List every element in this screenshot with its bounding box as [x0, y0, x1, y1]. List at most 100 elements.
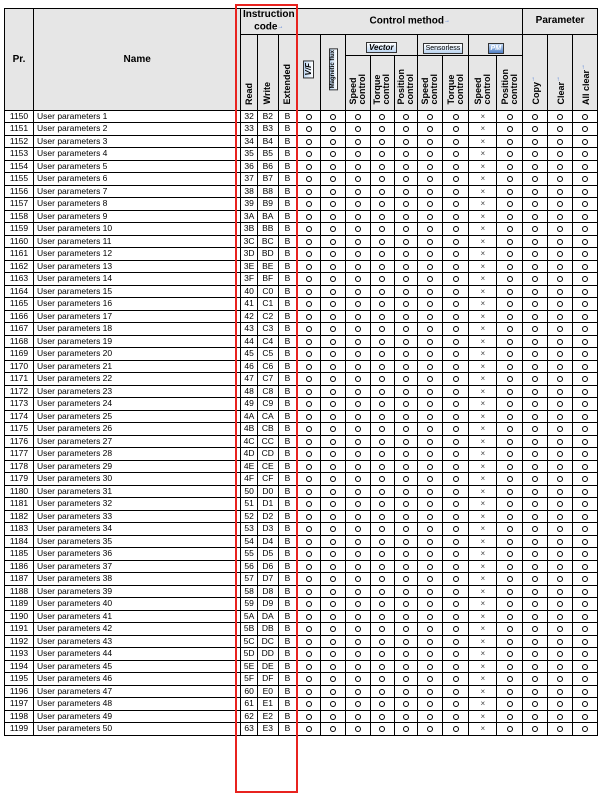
mark-cell — [416, 409, 444, 424]
name-cell: User parameters 16 — [33, 297, 242, 311]
circle-mark-icon — [506, 688, 513, 695]
mark-cell — [416, 247, 444, 261]
circle-mark-icon — [452, 651, 459, 658]
mark-cell: × — [468, 247, 498, 261]
circle-mark-icon — [506, 651, 513, 658]
circle-mark-icon — [557, 538, 564, 545]
mark-cell — [496, 234, 524, 249]
circle-mark-icon — [426, 338, 433, 345]
mark-cell — [320, 184, 347, 199]
mark-cell — [416, 384, 444, 399]
name-cell: User parameters 40 — [33, 597, 242, 611]
read-code-cell: 4A — [240, 409, 258, 424]
mark-cell — [369, 234, 395, 249]
circle-mark-icon — [330, 288, 337, 295]
circle-mark-icon — [402, 601, 409, 608]
circle-mark-icon — [379, 351, 386, 358]
mark-cell — [571, 234, 599, 249]
circle-mark-icon — [506, 376, 513, 383]
torque-control-label: Torque control — [372, 74, 392, 105]
mark-cell — [522, 684, 549, 699]
mark-cell — [522, 309, 549, 324]
mark-cell — [442, 597, 470, 611]
read-code-cell: 58 — [240, 584, 258, 599]
table-row: 1150 User parameters 1 32 B2 B × — [3, 109, 599, 124]
table-row: 1174 User parameters 25 4A CA B × — [3, 409, 599, 424]
circle-mark-icon — [581, 176, 588, 183]
header-sensorless-speed-control: Speed control — [416, 54, 444, 111]
cross-mark-icon: × — [480, 424, 486, 434]
circle-mark-icon — [532, 601, 539, 608]
mark-cell: × — [468, 384, 498, 399]
circle-mark-icon — [305, 713, 312, 720]
circle-mark-icon — [532, 626, 539, 633]
mark-cell — [296, 397, 322, 411]
circle-mark-icon — [402, 138, 409, 145]
circle-mark-icon — [354, 676, 361, 683]
mark-cell — [547, 259, 573, 274]
mark-cell — [320, 522, 347, 536]
mark-cell: × — [468, 534, 498, 549]
mark-cell — [442, 372, 470, 386]
circle-mark-icon — [379, 176, 386, 183]
cross-mark-icon: × — [480, 374, 486, 384]
mark-cell — [442, 409, 470, 424]
mark-cell — [522, 434, 549, 449]
mark-cell — [345, 397, 371, 411]
circle-mark-icon — [581, 726, 588, 733]
extended-code-cell: B — [277, 109, 298, 124]
cross-mark-icon: × — [480, 311, 486, 321]
mark-cell — [416, 484, 444, 499]
mark-cell — [547, 322, 573, 336]
circle-mark-icon — [305, 226, 312, 233]
mark-cell — [345, 272, 371, 286]
circle-mark-icon — [330, 651, 337, 658]
write-code-cell: DF — [256, 672, 279, 686]
mark-cell — [296, 259, 322, 274]
cross-mark-icon: × — [480, 186, 486, 196]
mark-cell: × — [468, 122, 498, 136]
mark-cell — [547, 422, 573, 436]
circle-mark-icon — [354, 363, 361, 370]
mark-cell — [369, 397, 395, 411]
mark-cell — [345, 709, 371, 724]
name-cell: User parameters 24 — [33, 397, 242, 411]
pr-cell: 1199 — [3, 722, 35, 736]
circle-mark-icon — [354, 551, 361, 558]
circle-mark-icon — [305, 376, 312, 383]
mark-cell — [296, 409, 322, 424]
mark-cell — [416, 272, 444, 286]
read-code-cell: 51 — [240, 497, 258, 511]
write-code-cell: DC — [256, 634, 279, 649]
name-cell: User parameters 38 — [33, 572, 242, 586]
circle-mark-icon — [506, 338, 513, 345]
circle-mark-icon — [506, 313, 513, 320]
pr-cell: 1185 — [3, 547, 35, 561]
circle-mark-icon — [557, 451, 564, 458]
mark-cell — [416, 209, 444, 224]
mark-cell — [393, 609, 418, 624]
name-cell: User parameters 1 — [33, 109, 242, 124]
circle-mark-icon — [557, 188, 564, 195]
mark-cell — [416, 534, 444, 549]
mark-cell — [571, 334, 599, 349]
mark-cell — [571, 584, 599, 599]
mark-cell — [442, 684, 470, 699]
mark-cell — [320, 534, 347, 549]
name-cell: User parameters 8 — [33, 197, 242, 211]
mark-cell — [522, 184, 549, 199]
circle-mark-icon — [426, 626, 433, 633]
pr-cell: 1196 — [3, 684, 35, 699]
mark-cell — [296, 184, 322, 199]
mark-cell — [393, 397, 418, 411]
circle-mark-icon — [305, 251, 312, 258]
mark-cell — [345, 484, 371, 499]
mark-cell — [345, 509, 371, 524]
write-code-cell: CD — [256, 447, 279, 461]
read-code-cell: 5C — [240, 634, 258, 649]
mark-cell — [369, 209, 395, 224]
mark-cell — [522, 422, 549, 436]
mark-cell — [393, 347, 418, 361]
mark-cell — [442, 384, 470, 399]
mark-cell — [571, 297, 599, 311]
